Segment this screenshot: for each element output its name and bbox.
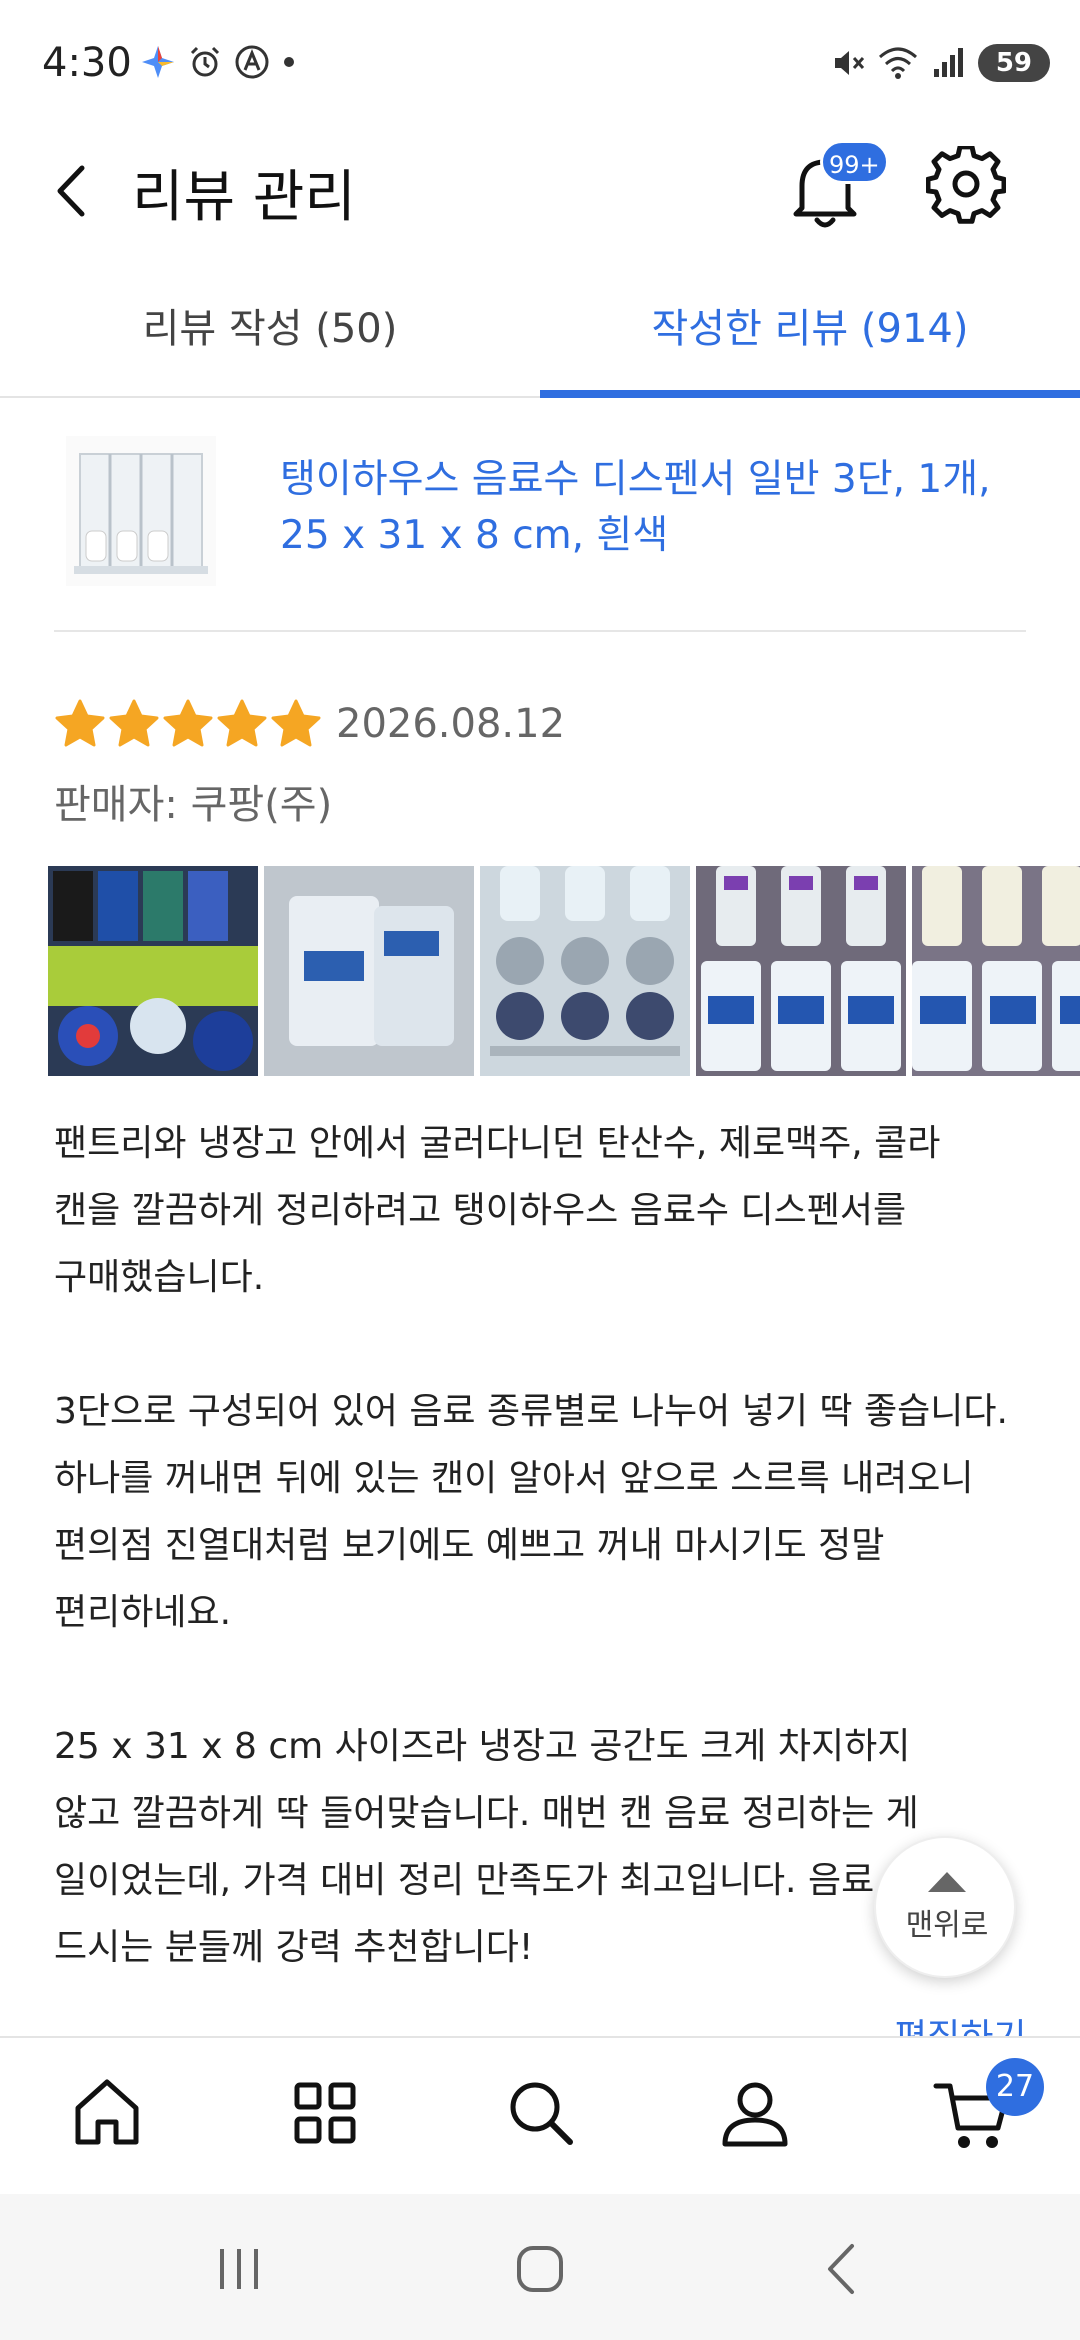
star-icon (55, 699, 105, 747)
review-line: 25 x 31 x 8 cm 사이즈라 냉장고 공간도 크게 차지하지 (54, 1726, 911, 1767)
review-line: 3단으로 구성되어 있어 음료 종류별로 나누어 넣기 딱 좋습니다. (54, 1391, 1008, 1432)
seller-label: 판매자: 쿠팡(주) (54, 782, 333, 828)
review-line: 않고 깔끔하게 딱 들어맞습니다. 매번 캔 음료 정리하는 게 (54, 1793, 919, 1834)
battery-indicator: 59 (977, 44, 1050, 82)
star-icon (217, 699, 267, 747)
scroll-to-top-label: 맨위로 (905, 1908, 989, 1943)
review-line: 구매했습니다. (54, 1257, 265, 1298)
status-system-icons: 59 (830, 44, 1050, 82)
bottom-navigation: 27 (0, 2036, 1080, 2194)
arrow-up-icon (928, 1872, 966, 1892)
review-photo-5[interactable] (912, 866, 1080, 1076)
home-button-icon[interactable] (505, 2234, 575, 2304)
review-line: 편의점 진열대처럼 보기에도 예쁘고 꺼내 마시기도 정말 (54, 1525, 885, 1566)
sparkle-icon (142, 46, 174, 78)
account-icon[interactable] (710, 2068, 800, 2158)
star-icon (271, 699, 321, 747)
star-icon (163, 699, 213, 747)
review-photo-2[interactable] (264, 866, 474, 1076)
product-thumbnail (66, 436, 216, 586)
app-a-icon (235, 45, 269, 79)
product-row[interactable]: 탱이하우스 음료수 디스펜서 일반 3단, 1개, 25 x 31 x 8 cm… (54, 420, 1026, 632)
review-line: 하나를 꺼내면 뒤에 있는 캔이 알아서 앞으로 스르륵 내려오니 (54, 1458, 974, 1499)
category-icon[interactable] (280, 2068, 370, 2158)
star-rating (54, 698, 324, 750)
review-line: 편리하네요. (54, 1592, 232, 1633)
signal-icon (933, 48, 963, 77)
tab-written-reviews[interactable]: 작성한 리뷰 (914) (540, 296, 1080, 354)
alarm-icon (190, 46, 220, 77)
status-time: 4:30 (42, 40, 132, 86)
settings-gear-icon[interactable] (926, 146, 1006, 226)
review-photo-3[interactable] (480, 866, 690, 1076)
star-icon (109, 699, 159, 747)
system-navigation-bar (0, 2194, 1080, 2340)
active-tab-indicator (540, 390, 1080, 398)
review-line: 캔을 깔끔하게 정리하려고 탱이하우스 음료수 디스펜서를 (54, 1190, 907, 1231)
review-date: 2026.08.12 (336, 701, 566, 747)
product-name[interactable]: 탱이하우스 음료수 디스펜서 일반 3단, 1개, 25 x 31 x 8 cm… (280, 452, 1020, 564)
page-title: 리뷰 관리 (132, 165, 356, 230)
back-button[interactable] (40, 156, 110, 226)
review-photo-4[interactable] (696, 866, 906, 1076)
review-paragraph: 팬트리와 냉장고 안에서 굴러다니던 탄산수, 제로맥주, 콜라캔을 깔끔하게 … (54, 1110, 1044, 1311)
wifi-icon (878, 47, 917, 79)
review-paragraph: 3단으로 구성되어 있어 음료 종류별로 나누어 넣기 딱 좋습니다. 하나를 꺼… (54, 1378, 1044, 1646)
status-notification-icons (140, 44, 296, 80)
search-icon[interactable] (496, 2068, 586, 2158)
rating-row: 2026.08.12 (54, 694, 565, 754)
status-bar: 4:30 59 (0, 0, 1080, 130)
scroll-to-top-button[interactable]: 맨위로 (874, 1836, 1016, 1978)
system-back-icon[interactable] (808, 2234, 878, 2304)
app-header: 리뷰 관리 99+ (0, 130, 1080, 260)
recent-apps-icon[interactable] (204, 2234, 274, 2304)
notification-badge: 99+ (820, 140, 889, 184)
review-photo-1[interactable] (48, 866, 258, 1076)
product-name-line-2: 25 x 31 x 8 cm, 흰색 (280, 513, 669, 558)
tab-write-review[interactable]: 리뷰 작성 (50) (0, 296, 540, 354)
review-photos (48, 866, 1080, 1078)
mute-icon (834, 51, 864, 75)
review-line: 팬트리와 냉장고 안에서 굴러다니던 탄산수, 제로맥주, 콜라 (54, 1123, 941, 1164)
product-name-line-1: 탱이하우스 음료수 디스펜서 일반 3단, 1개, (280, 457, 991, 502)
home-icon[interactable] (62, 2068, 152, 2158)
review-tabs: 리뷰 작성 (50) 작성한 리뷰 (914) (0, 280, 1080, 398)
dot-icon (284, 57, 294, 67)
cart-count-badge: 27 (986, 2058, 1044, 2116)
